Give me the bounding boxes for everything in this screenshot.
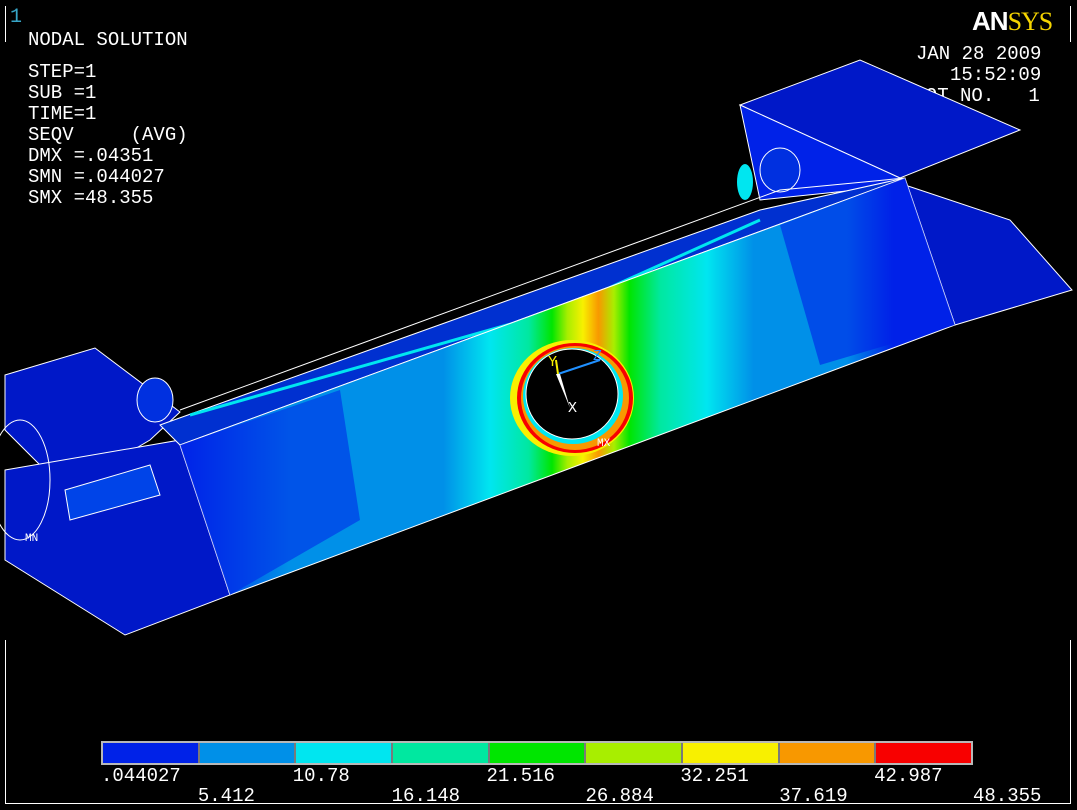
legend-swatch [586, 743, 684, 763]
triad-x-label: X [568, 400, 577, 417]
triad-z-label: Z [593, 348, 602, 365]
legend-swatch [393, 743, 490, 763]
legend-tick-label: 16.148 [391, 785, 461, 807]
legend-tick-label: 48.355 [973, 785, 1042, 807]
fea-model-view[interactable]: Y Z X MX MN [0, 0, 1077, 730]
legend-tick-label: 32.251 [680, 765, 749, 787]
legend-swatch [489, 743, 587, 763]
legend-swatch [296, 743, 394, 763]
contour-legend [101, 741, 973, 765]
legend-tick-label: 21.516 [486, 765, 555, 787]
legend-swatch [199, 743, 297, 763]
legend-tick-label: .044027 [101, 765, 181, 787]
legend-swatch [876, 743, 972, 763]
legend-swatch [779, 743, 877, 763]
legend-tick-label: 37.619 [779, 785, 848, 807]
legend-tick-label: 26.884 [585, 785, 654, 807]
legend-swatch [683, 743, 780, 763]
legend-tick-label: 42.987 [874, 765, 943, 787]
legend-tick-label: 5.412 [197, 785, 255, 807]
max-marker: MX [597, 438, 611, 450]
triad-y-label: Y [548, 354, 557, 371]
beam-hole [510, 340, 634, 456]
min-marker: MN [25, 533, 38, 545]
legend-swatch [103, 743, 200, 763]
legend-tick-label: 10.78 [292, 765, 350, 787]
